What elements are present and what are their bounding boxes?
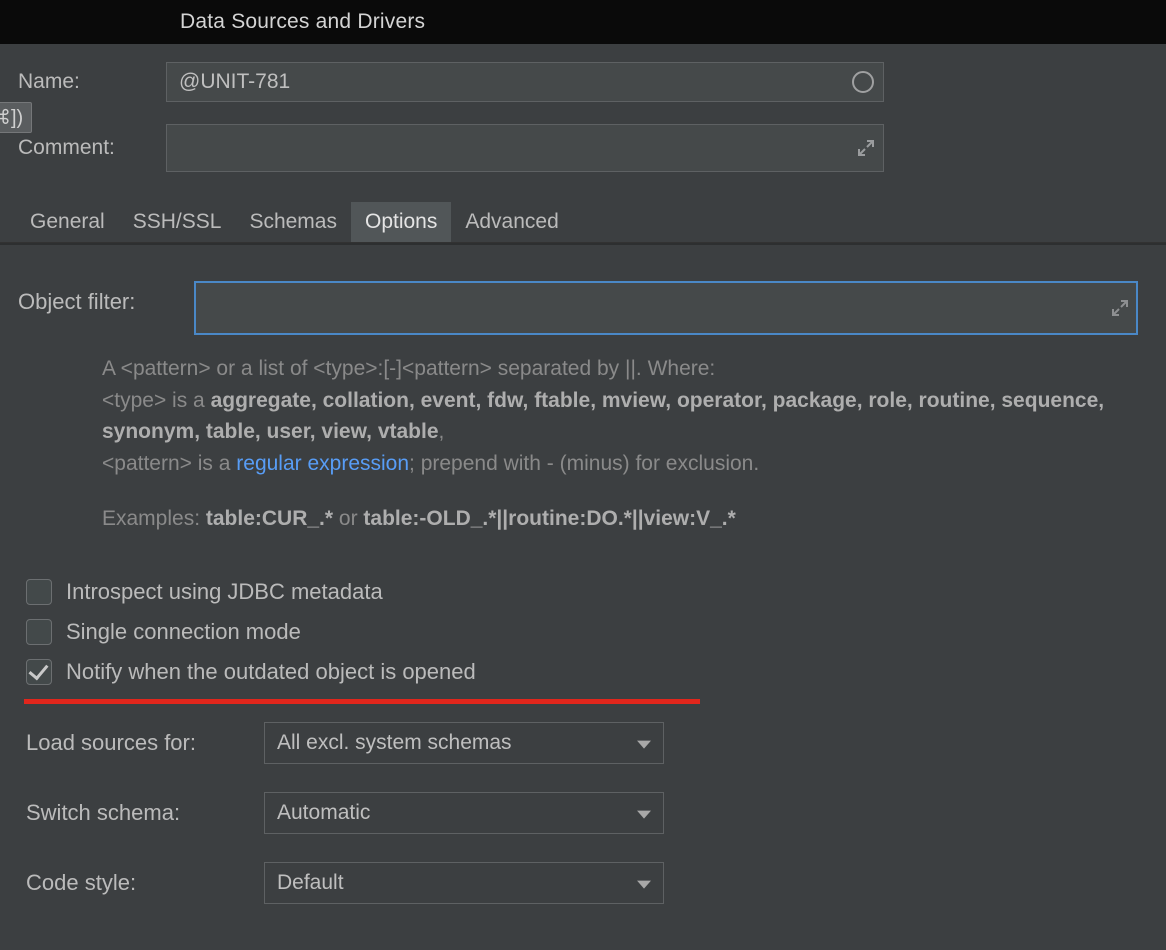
switch-schema-select[interactable]: Automatic [264, 792, 664, 834]
highlight-underline [24, 699, 700, 704]
tab-advanced[interactable]: Advanced [451, 202, 572, 242]
switch-schema-value: Automatic [277, 801, 370, 825]
tab-options[interactable]: Options [351, 202, 451, 242]
checkbox-icon[interactable] [26, 619, 52, 645]
object-filter-hint: A <pattern> or a list of <type>:[-]<patt… [102, 353, 1142, 535]
chevron-down-icon [637, 810, 651, 818]
window-title: Data Sources and Drivers [180, 10, 425, 33]
code-style-label: Code style: [26, 870, 264, 896]
object-filter-label: Object filter: [18, 281, 194, 315]
load-sources-row: Load sources for: All excl. system schem… [26, 722, 1148, 764]
code-style-row: Code style: Default [26, 862, 1148, 904]
comment-field-wrap [166, 124, 884, 172]
options-panel: Object filter: A <pattern> or a list of … [0, 245, 1166, 950]
tab-sshssl[interactable]: SSH/SSL [119, 202, 236, 242]
object-filter-input[interactable] [194, 281, 1138, 335]
shortcut-hint-popup: ⌘]) [0, 102, 32, 133]
comment-input[interactable] [166, 124, 884, 172]
name-input[interactable] [166, 62, 884, 102]
hint-examples: Examples: table:CUR_.* or table:-OLD_.*|… [102, 503, 1142, 535]
name-label: Name: [18, 70, 166, 94]
code-style-select[interactable]: Default [264, 862, 664, 904]
introspect-label: Introspect using JDBC metadata [66, 579, 383, 605]
chevron-down-icon [637, 740, 651, 748]
switch-schema-label: Switch schema: [26, 800, 264, 826]
comment-row: Comment: [18, 124, 1148, 172]
tab-general[interactable]: General [16, 202, 119, 242]
checkbox-icon[interactable] [26, 659, 52, 685]
checkbox-icon[interactable] [26, 579, 52, 605]
load-sources-select[interactable]: All excl. system schemas [264, 722, 664, 764]
window-title-bar: Data Sources and Drivers [0, 0, 1166, 44]
name-row: Name: [18, 62, 1148, 102]
expand-icon[interactable] [1110, 298, 1130, 318]
load-sources-label: Load sources for: [26, 730, 264, 756]
object-filter-field-wrap [194, 281, 1138, 335]
load-sources-value: All excl. system schemas [277, 731, 512, 755]
regular-expression-link[interactable]: regular expression [236, 452, 409, 475]
single-connection-checkbox-row[interactable]: Single connection mode [26, 619, 1148, 645]
switch-schema-row: Switch schema: Automatic [26, 792, 1148, 834]
hint-line-2: <type> is a aggregate, collation, event,… [102, 385, 1142, 448]
hint-line-3: <pattern> is a regular expression; prepe… [102, 448, 1142, 480]
color-indicator-icon[interactable] [852, 71, 874, 93]
notify-outdated-label: Notify when the outdated object is opene… [66, 659, 476, 685]
name-field-wrap [166, 62, 884, 102]
object-filter-row: Object filter: [18, 281, 1148, 335]
tab-schemas[interactable]: Schemas [235, 202, 351, 242]
introspect-checkbox-row[interactable]: Introspect using JDBC metadata [26, 579, 1148, 605]
code-style-value: Default [277, 871, 344, 895]
chevron-down-icon [637, 880, 651, 888]
single-connection-label: Single connection mode [66, 619, 301, 645]
checkbox-group: Introspect using JDBC metadata Single co… [26, 579, 1148, 685]
form-area: ⌘]) Name: Comment: [0, 44, 1166, 202]
comment-label: Comment: [18, 136, 166, 160]
tabs-bar: General SSH/SSL Schemas Options Advanced [0, 202, 1166, 243]
notify-outdated-checkbox-row[interactable]: Notify when the outdated object is opene… [26, 659, 1148, 685]
expand-icon[interactable] [856, 138, 876, 158]
hint-line-1: A <pattern> or a list of <type>:[-]<patt… [102, 353, 1142, 385]
